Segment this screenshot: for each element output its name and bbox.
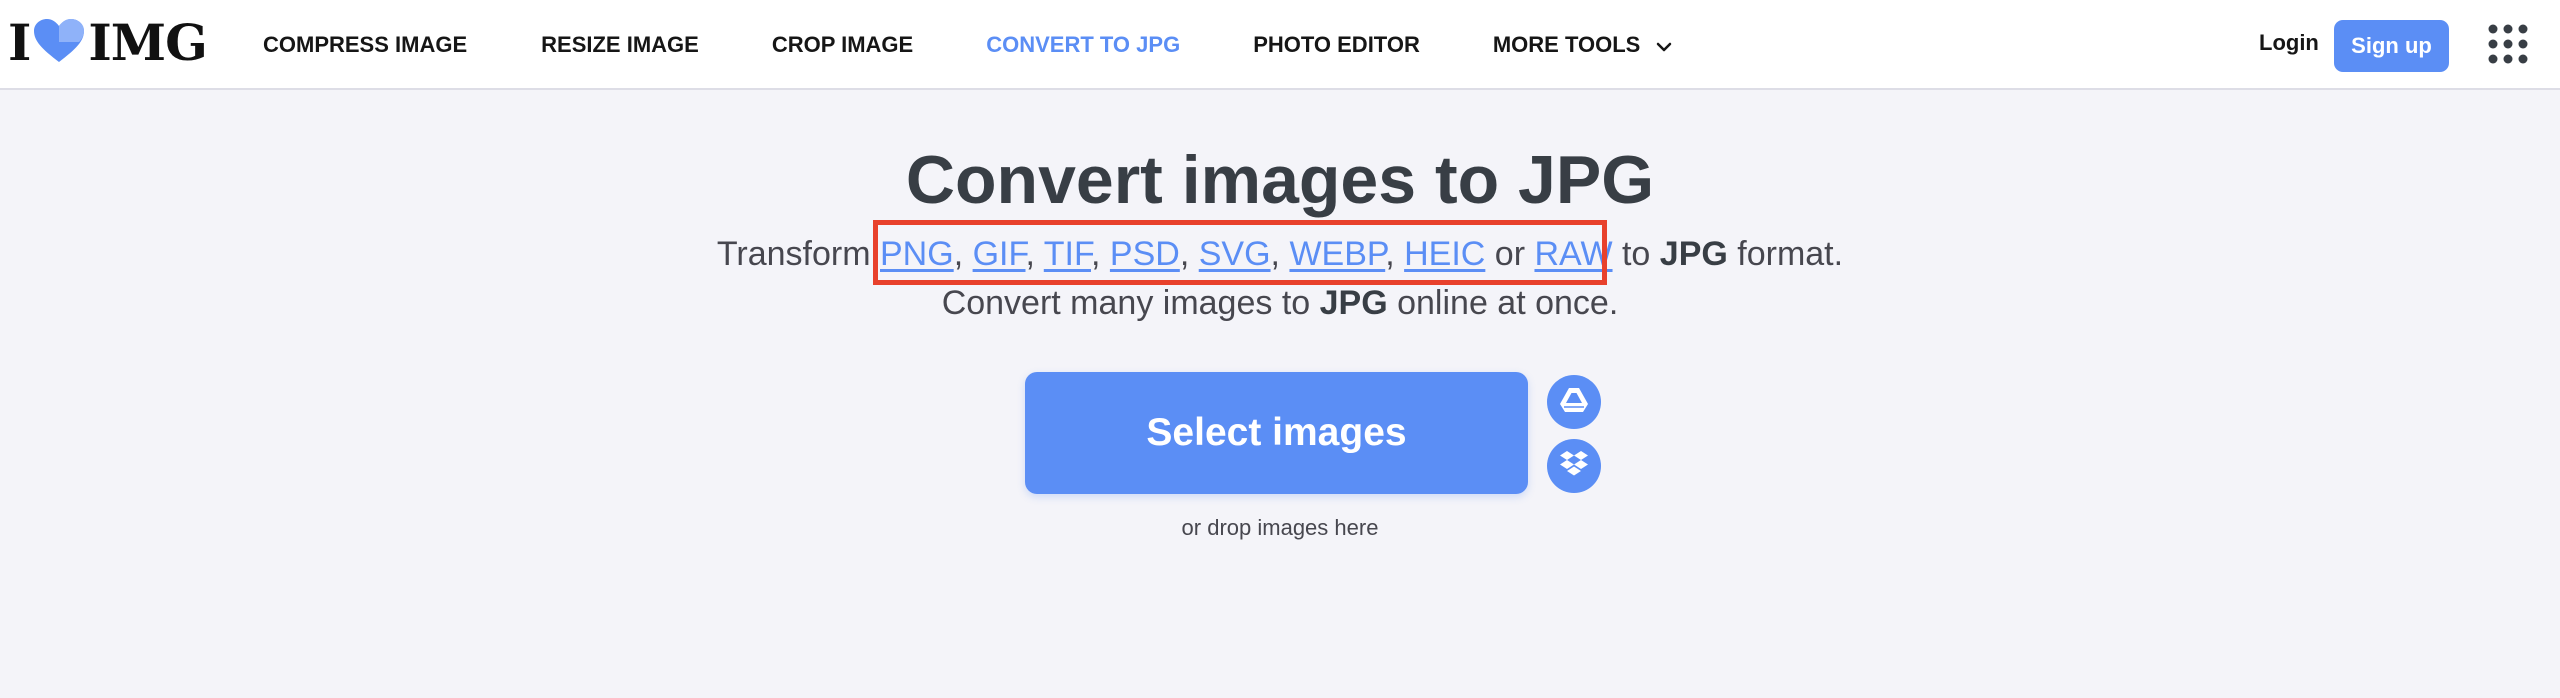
subtitle-suffix: format. xyxy=(1727,235,1844,273)
subtitle-bulk: Convert many images to JPG online at onc… xyxy=(0,279,2560,327)
separator: , xyxy=(953,235,973,273)
format-link-webp[interactable]: WEBP xyxy=(1289,235,1385,273)
grid-icon[interactable] xyxy=(2488,24,2528,64)
subtitle2-target: JPG xyxy=(1319,284,1388,322)
nav-crop-image[interactable]: CROP IMAGE xyxy=(772,32,913,58)
subtitle2-suffix: online at once. xyxy=(1387,284,1619,322)
format-link-heic[interactable]: HEIC xyxy=(1404,235,1485,273)
nav-compress-image[interactable]: COMPRESS IMAGE xyxy=(263,32,467,58)
drop-hint: or drop images here xyxy=(1181,515,1379,540)
target-format: JPG xyxy=(1659,235,1728,273)
separator: , xyxy=(1025,235,1044,273)
nav-more-tools-label: MORE TOOLS xyxy=(1492,32,1641,57)
main-nav: COMPRESS IMAGE RESIZE IMAGE CROP IMAGE C… xyxy=(263,0,1672,90)
or-word: or xyxy=(1485,235,1535,273)
format-link-raw[interactable]: RAW xyxy=(1534,235,1612,273)
separator: , xyxy=(1179,235,1199,273)
google-drive-icon xyxy=(1559,387,1589,418)
top-header: I IMG COMPRESS IMAGE RESIZE IMAGE CROP I… xyxy=(0,0,2560,90)
nav-photo-editor[interactable]: PHOTO EDITOR xyxy=(1253,32,1420,58)
select-images-button[interactable]: Select images xyxy=(1025,372,1528,494)
format-link-psd[interactable]: PSD xyxy=(1110,235,1180,273)
chevron-down-icon xyxy=(1656,32,1672,58)
subtitle-formats: Transform PNG, GIF, TIF, PSD, SVG, WEBP,… xyxy=(0,230,2560,278)
separator: , xyxy=(1270,235,1290,273)
logo-letter-i: I xyxy=(8,13,31,72)
format-link-gif[interactable]: GIF xyxy=(973,235,1026,273)
format-link-png[interactable]: PNG xyxy=(880,235,954,273)
dropbox-icon xyxy=(1559,450,1589,483)
nav-more-tools[interactable]: MORE TOOLS xyxy=(1493,32,1673,58)
subtitle2-prefix: Convert many images to xyxy=(941,284,1320,322)
logo-text-img: IMG xyxy=(88,13,207,72)
to-word: to xyxy=(1612,235,1660,273)
login-link[interactable]: Login xyxy=(2259,30,2319,56)
page-title: Convert images to JPG xyxy=(905,142,1655,218)
separator: , xyxy=(1385,235,1405,273)
subtitle-prefix: Transform xyxy=(716,235,880,273)
format-link-tif[interactable]: TIF xyxy=(1044,235,1091,273)
google-drive-button[interactable] xyxy=(1547,375,1601,429)
iloveimg-logo[interactable]: I IMG xyxy=(8,13,208,72)
nav-convert-to-jpg[interactable]: CONVERT TO JPG xyxy=(986,32,1180,58)
signup-button[interactable]: Sign up xyxy=(2334,20,2449,72)
format-link-svg[interactable]: SVG xyxy=(1199,235,1271,273)
heart-icon xyxy=(32,18,86,69)
dropbox-button[interactable] xyxy=(1547,439,1601,493)
separator: , xyxy=(1091,235,1110,273)
nav-resize-image[interactable]: RESIZE IMAGE xyxy=(541,32,699,58)
